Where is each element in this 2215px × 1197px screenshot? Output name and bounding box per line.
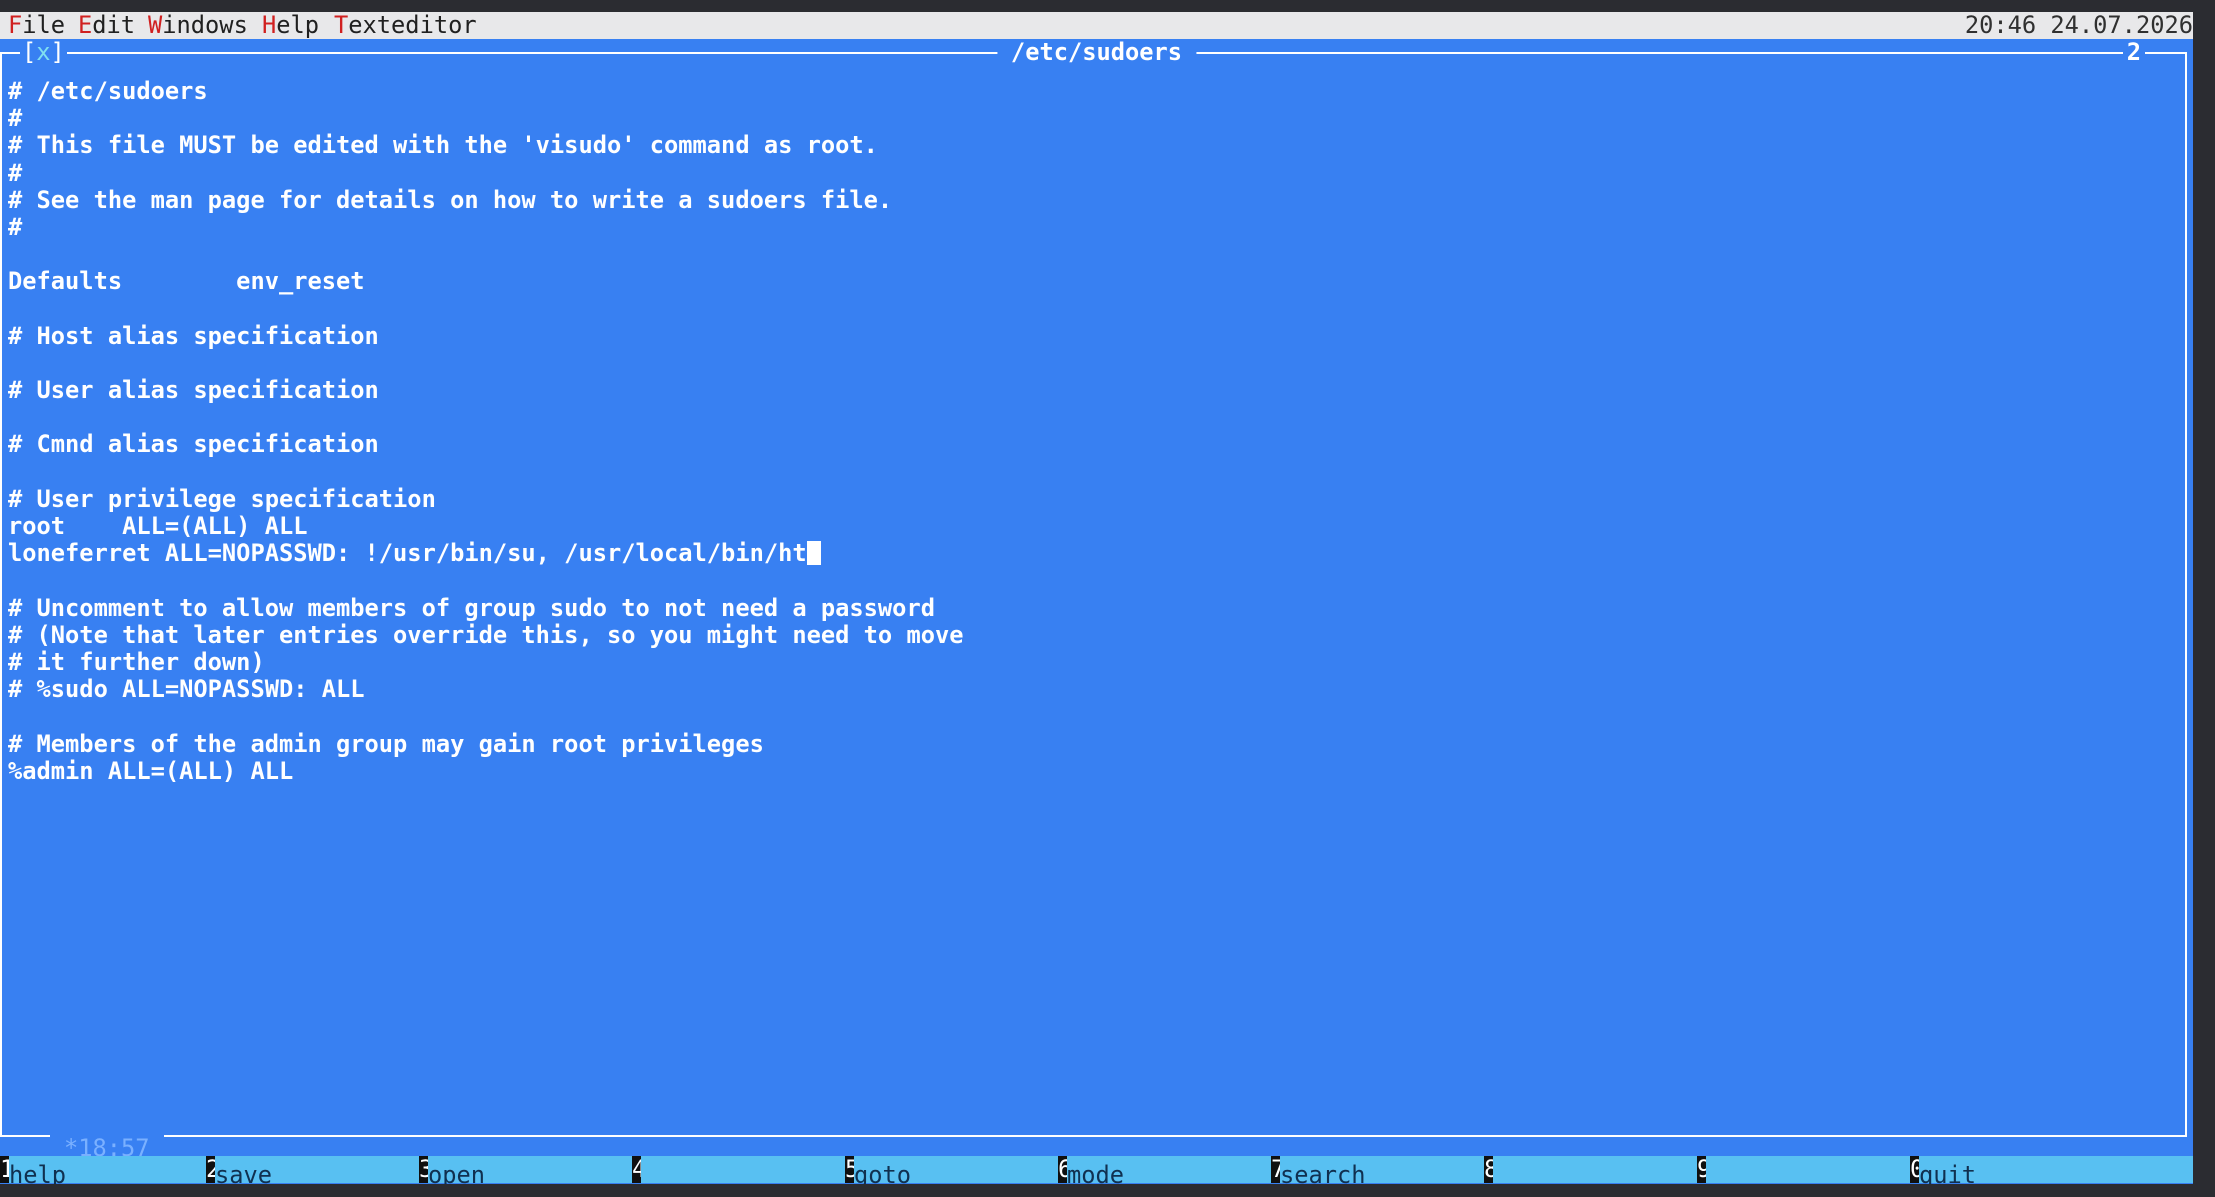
code-line: # it further down)	[8, 647, 265, 676]
code-line: # Members of the admin group may gain ro…	[8, 729, 764, 758]
f7-search-button[interactable]: 7search	[1271, 1156, 1366, 1184]
f4-button[interactable]: 4	[632, 1156, 641, 1184]
code-line: # Cmnd alias specification	[8, 430, 379, 459]
code-line: #	[8, 212, 23, 241]
code-line: # /etc/sudoers	[8, 77, 208, 105]
menu-file[interactable]: File	[8, 12, 65, 39]
window-title: /etc/sudoers	[996, 38, 1197, 67]
code-line: # This file MUST be edited with the 'vis…	[8, 131, 878, 160]
menu-windows[interactable]: Windows	[148, 12, 248, 39]
code-line: # User privilege specification	[8, 484, 436, 513]
menu-bar: File Edit Windows Help Texteditor 20:46 …	[0, 12, 2193, 39]
text-editor-area[interactable]: # /etc/sudoers # # This file MUST be edi…	[8, 77, 964, 785]
window-border-left	[0, 52, 2, 1137]
close-icon: x	[36, 38, 51, 66]
f1-help-button[interactable]: 1help	[0, 1156, 66, 1184]
f9-button[interactable]: 9	[1697, 1156, 1706, 1184]
menu-texteditor[interactable]: Texteditor	[334, 12, 477, 39]
function-key-bar: 1help 2save 3open 4 5goto 6mode 7search …	[0, 1156, 2193, 1184]
menu-edit[interactable]: Edit	[78, 12, 135, 39]
code-line: #	[8, 104, 23, 133]
clock: 20:46 24.07.2026	[1964, 12, 2193, 39]
f5-goto-button[interactable]: 5goto	[845, 1156, 911, 1184]
window-number: 2	[2122, 38, 2145, 67]
code-line: %admin ALL=(ALL) ALL	[8, 756, 294, 785]
code-line: # Uncomment to allow members of group su…	[8, 593, 935, 622]
f10-quit-button[interactable]: 0quit	[1910, 1156, 1976, 1184]
window-border-bottom	[0, 1135, 2187, 1137]
code-line: root ALL=(ALL) ALL	[8, 512, 308, 540]
window-border-right	[2185, 52, 2187, 1137]
code-line: #	[8, 158, 23, 187]
f6-mode-button[interactable]: 6mode	[1058, 1156, 1124, 1184]
code-line: # See the man page for details on how to…	[8, 185, 893, 214]
code-line-cursor: loneferret ALL=NOPASSWD: !/usr/bin/su, /…	[8, 540, 964, 567]
close-window-button[interactable]: [x]	[20, 38, 67, 67]
terminal-screen: File Edit Windows Help Texteditor 20:46 …	[0, 12, 2193, 1184]
f3-open-button[interactable]: 3open	[419, 1156, 485, 1184]
code-line: # %sudo ALL=NOPASSWD: ALL	[8, 675, 365, 704]
f2-save-button[interactable]: 2save	[206, 1156, 272, 1184]
text-cursor	[806, 541, 821, 566]
f8-button[interactable]: 8	[1484, 1156, 1493, 1184]
code-line: # (Note that later entries override this…	[8, 620, 964, 649]
code-line: # Host alias specification	[8, 321, 379, 350]
menu-help[interactable]: Help	[262, 12, 319, 39]
code-line: Defaults env_reset	[8, 267, 365, 296]
code-line: # User alias specification	[8, 376, 379, 405]
